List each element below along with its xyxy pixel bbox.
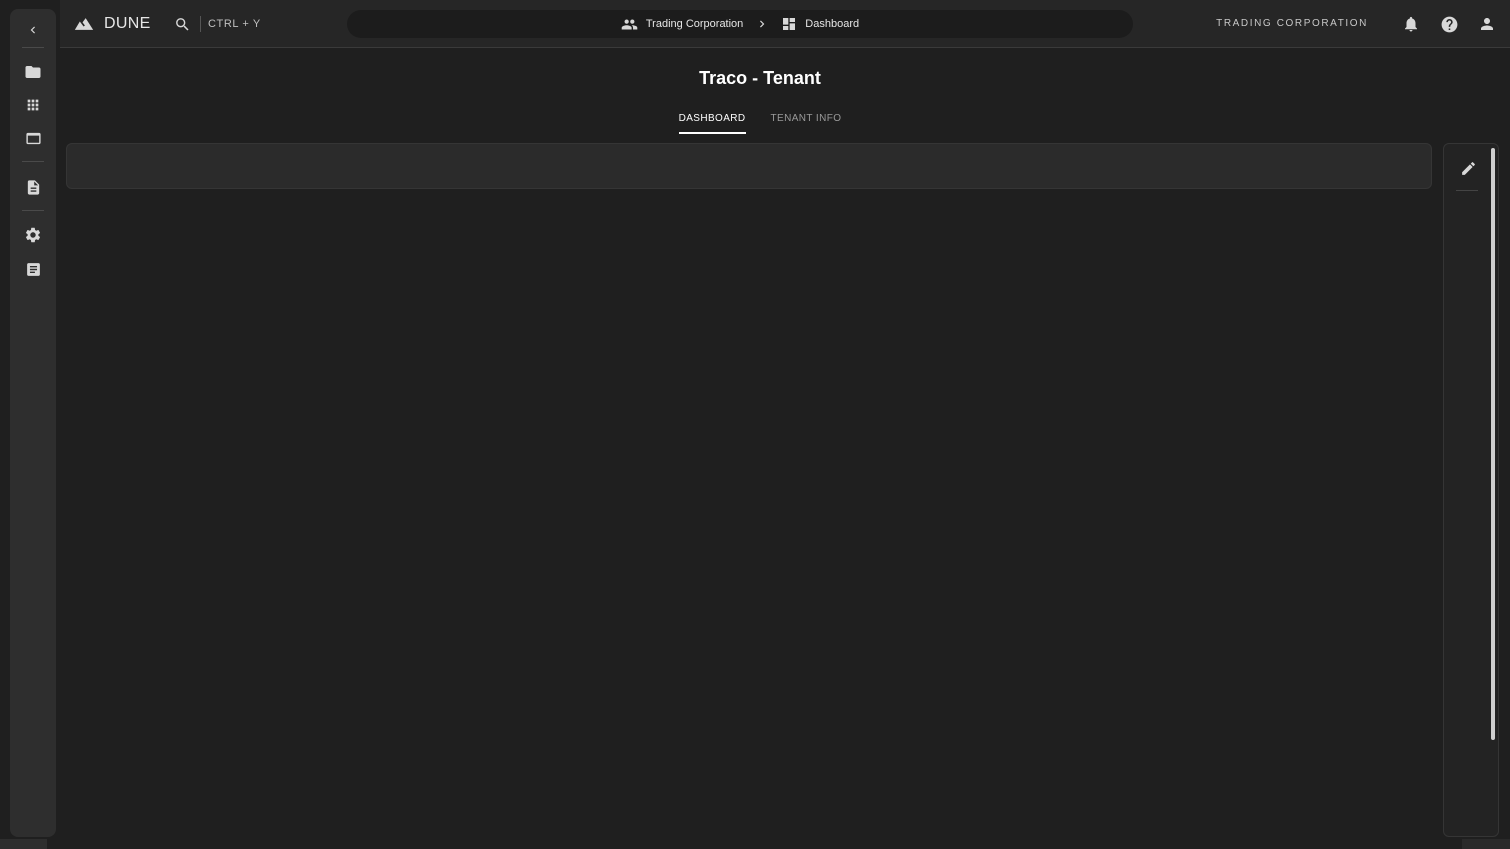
search-divider: [200, 16, 201, 32]
chevron-left-icon: [30, 26, 35, 34]
top-bar: DUNE CTRL + Y Trading Corporation Dashbo…: [60, 0, 1510, 48]
search-icon: [176, 17, 189, 31]
rail-item-files[interactable]: [22, 61, 44, 83]
rail-item-settings[interactable]: [22, 224, 44, 246]
rail-item-documents[interactable]: [22, 176, 44, 198]
help-icon: [1441, 16, 1457, 32]
rail-divider: [22, 161, 44, 162]
mountain-icon: [74, 18, 94, 30]
pencil-icon: [1461, 161, 1475, 175]
gear-icon: [25, 227, 41, 243]
folder-icon: [25, 66, 41, 78]
scrollbar[interactable]: [1491, 148, 1495, 740]
search-shortcut: CTRL + Y: [208, 18, 261, 30]
edit-button[interactable]: [1457, 157, 1479, 179]
rail-item-apps[interactable]: [22, 94, 44, 116]
tab-tenant-info[interactable]: TENANT INFO: [771, 110, 842, 134]
brand-logo[interactable]: DUNE: [74, 13, 151, 35]
search-button[interactable]: CTRL + Y: [174, 13, 261, 35]
bell-icon: [1405, 16, 1417, 32]
panel-divider: [1456, 190, 1478, 191]
collapse-button[interactable]: [22, 19, 44, 41]
article-icon: [26, 262, 40, 276]
notifications-button[interactable]: [1400, 13, 1422, 35]
tenant-label: TRADING CORPORATION: [1216, 18, 1368, 29]
apps-grid-icon: [27, 99, 39, 111]
rail-footer: [0, 839, 47, 849]
help-button[interactable]: [1438, 13, 1460, 35]
dashboard-icon: [783, 18, 796, 30]
page-tabs: DASHBOARD TENANT INFO: [60, 110, 1460, 134]
breadcrumb-item-tenant[interactable]: Trading Corporation: [621, 16, 743, 33]
app-name: DUNE: [104, 15, 151, 32]
document-icon: [27, 179, 39, 195]
rail-item-articles[interactable]: [22, 258, 44, 280]
breadcrumb-label: Trading Corporation: [645, 18, 744, 30]
people-icon: [621, 19, 638, 29]
breadcrumb: Trading Corporation Dashboard: [347, 10, 1133, 38]
breadcrumb-item-dashboard[interactable]: Dashboard: [781, 16, 859, 32]
rail-divider: [22, 47, 44, 48]
rail-item-windows[interactable]: [22, 127, 44, 149]
tab-dashboard[interactable]: DASHBOARD: [678, 110, 746, 134]
rail-divider: [22, 210, 44, 211]
window-icon: [25, 132, 41, 144]
chevron-right-icon: [760, 20, 765, 28]
breadcrumb-label: Dashboard: [805, 18, 860, 30]
page-title: Traco - Tenant: [699, 68, 821, 88]
account-button[interactable]: [1476, 13, 1498, 35]
side-rail: [10, 9, 56, 837]
dashboard-toolbar: [66, 143, 1432, 189]
person-icon: [1481, 18, 1493, 30]
panel-footer: [1462, 839, 1510, 849]
